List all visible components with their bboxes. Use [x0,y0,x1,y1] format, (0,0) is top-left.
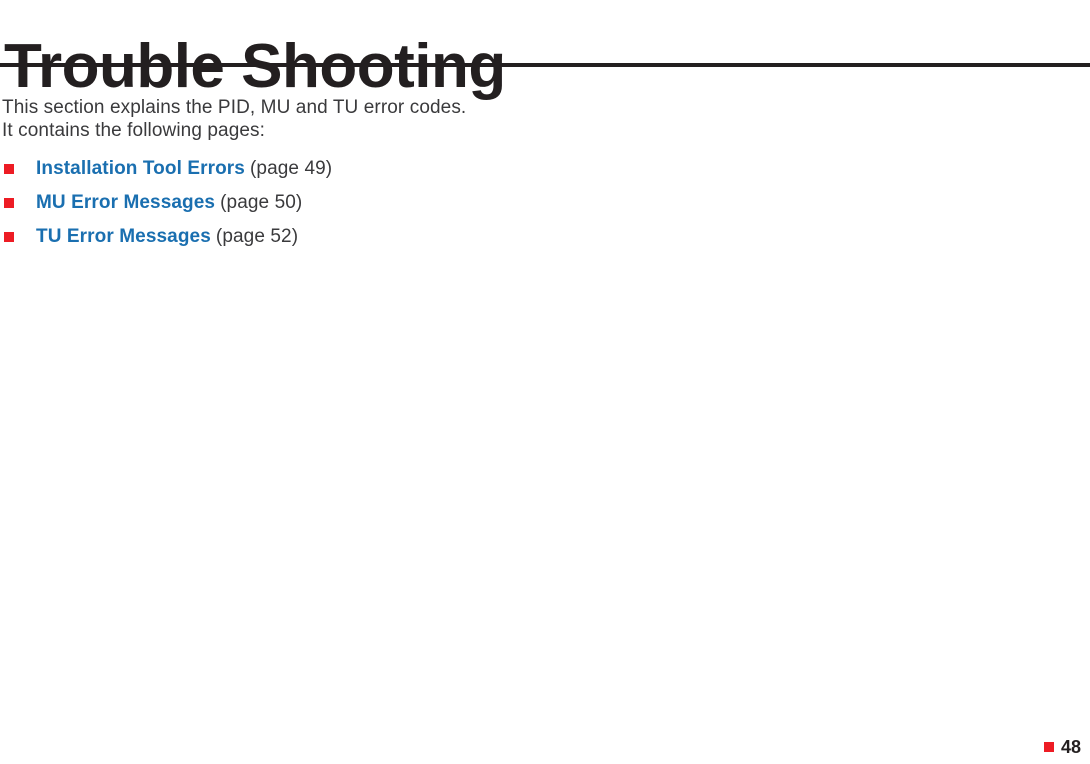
list-item-text: Installation Tool Errors (page 49) [36,157,332,182]
cross-reference-link-mu-error-messages[interactable]: MU Error Messages [36,192,215,213]
list-item[interactable]: TU Error Messages (page 52) [0,225,700,259]
red-square-bullet-icon [1043,742,1054,752]
cross-reference-link-tu-error-messages[interactable]: TU Error Messages [36,226,211,247]
page-footer: 48 [1043,737,1081,757]
red-square-bullet-icon [4,164,14,174]
page-reference: (page 50) [220,192,303,213]
list-item[interactable]: MU Error Messages (page 50) [0,191,700,225]
section-link-list: Installation Tool Errors (page 49) MU Err… [0,157,700,259]
title-divider-rule [0,63,1090,67]
list-item[interactable]: Installation Tool Errors (page 49) [0,157,700,191]
page-reference: (page 49) [249,158,333,179]
document-page: Trouble Shooting This section explains t… [0,0,1090,764]
intro-paragraph: This section explains the PID, MU and TU… [2,96,702,142]
red-square-bullet-icon [4,198,14,208]
page-reference: (page 52) [215,226,299,247]
red-square-bullet-icon [4,232,14,242]
intro-line-2: It contains the following pages: [2,120,266,141]
intro-line-1: This section explains the PID, MU and TU… [2,97,467,118]
cross-reference-link-installation-tool-errors[interactable]: Installation Tool Errors [36,158,245,179]
page-number: 48 [1060,737,1081,757]
list-item-text: TU Error Messages (page 52) [36,225,298,250]
list-item-text: MU Error Messages (page 50) [36,191,302,216]
